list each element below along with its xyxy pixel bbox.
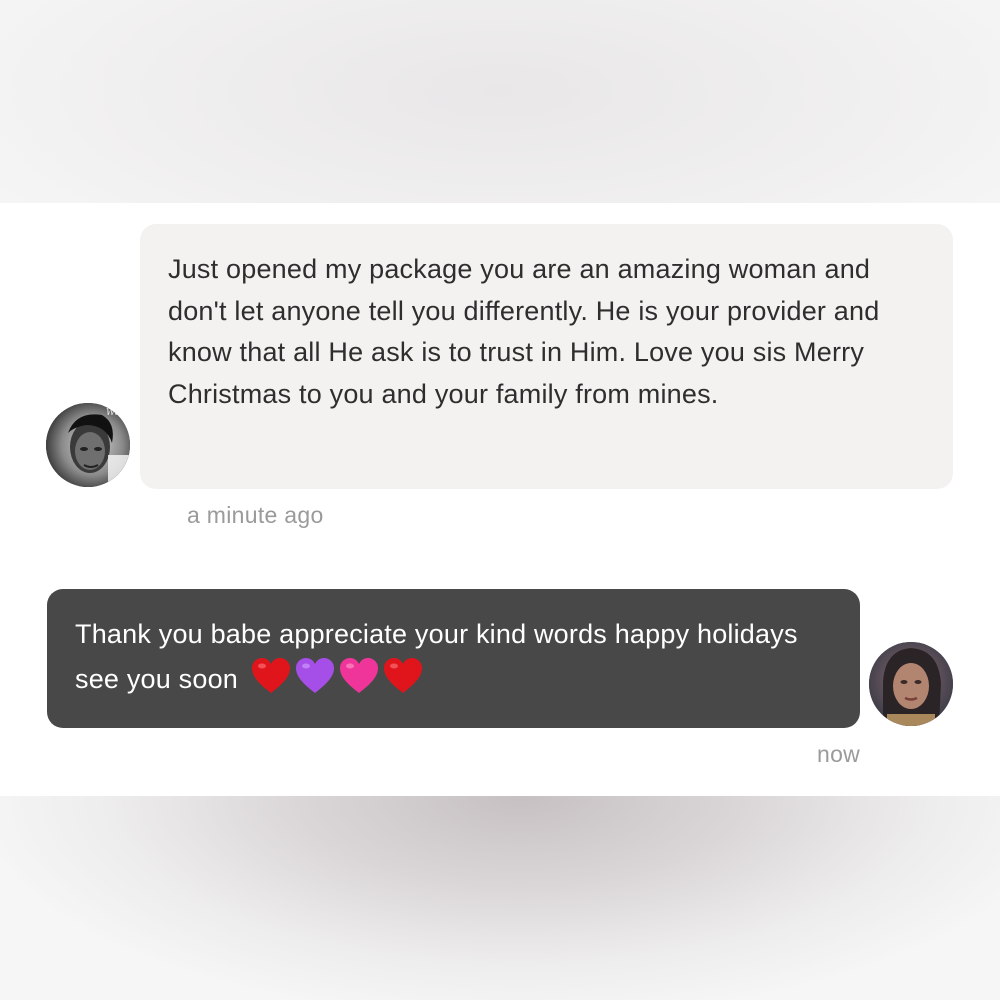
avatar-photo [869, 642, 953, 726]
message-bubble-incoming[interactable]: Just opened my package you are an amazin… [140, 224, 953, 489]
my-avatar[interactable] [869, 642, 953, 726]
avatar-photo: Worth it [46, 403, 130, 487]
purple-heart-icon [295, 657, 334, 693]
red-heart-icon [251, 657, 290, 693]
emoji-group [250, 656, 424, 696]
sender-avatar[interactable]: Worth it [46, 403, 130, 487]
blurred-background-bottom [0, 796, 1000, 1000]
message-timestamp: now [817, 741, 861, 767]
pink-heart-icon [339, 657, 378, 693]
red-heart-icon [383, 657, 422, 693]
message-text: Just opened my package you are an amazin… [168, 254, 880, 409]
message-text: Thank you babe appreciate your kind word… [75, 619, 798, 694]
message-bubble-outgoing[interactable]: Thank you babe appreciate your kind word… [47, 589, 860, 728]
message-timestamp: a minute ago [187, 502, 324, 528]
chat-thread[interactable]: Worth it Just opened my package you are … [0, 203, 1000, 796]
blurred-background-top [0, 0, 1000, 203]
avatar-badge-text: Worth it [106, 408, 130, 418]
